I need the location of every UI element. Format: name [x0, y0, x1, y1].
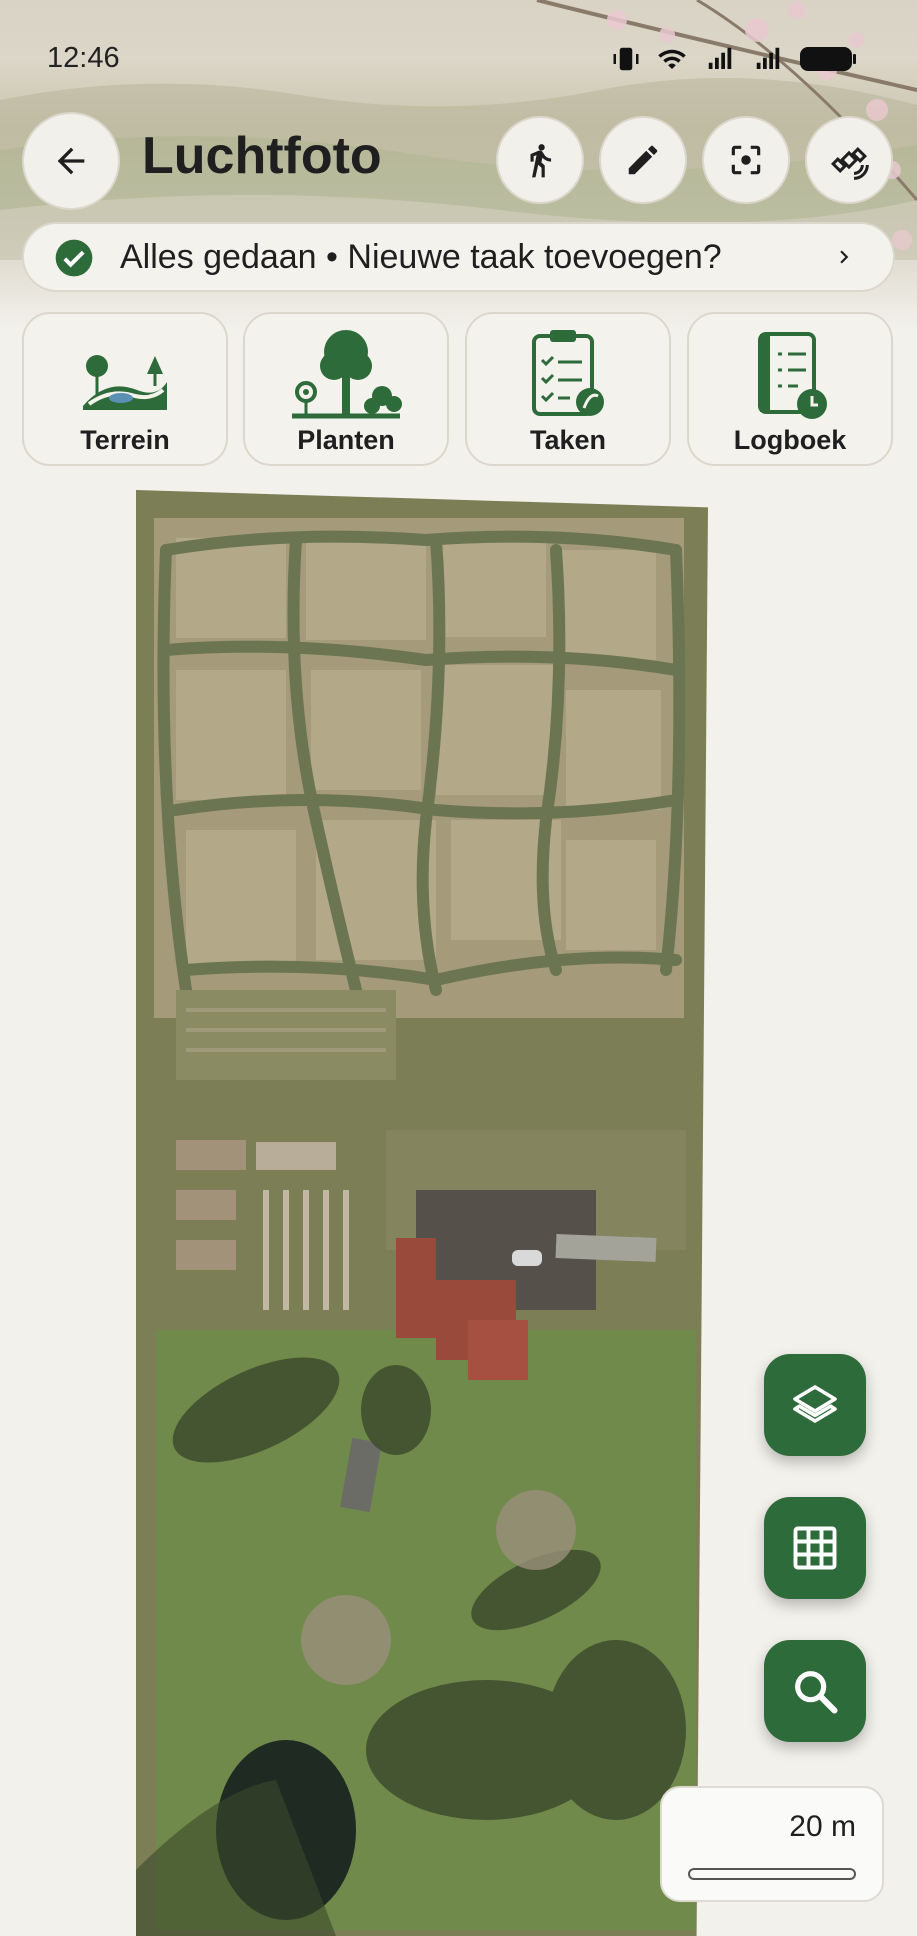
task-banner[interactable]: Alles gedaan • Nieuwe taak toevoegen? [22, 222, 895, 292]
status-icons [611, 44, 857, 74]
signal-icon [708, 47, 732, 69]
back-button[interactable] [22, 112, 120, 210]
check-circle-icon [55, 239, 93, 277]
scale-label: 20 m [789, 1810, 856, 1843]
banner-text: Alles gedaan • Nieuwe taak toevoegen? [120, 238, 722, 276]
card-label: Logboek [733, 425, 847, 455]
map-scale: 20 m [660, 1786, 884, 1902]
layers-icon [793, 1385, 837, 1423]
search-icon [795, 1671, 838, 1714]
status-time: 12:46 [47, 42, 120, 74]
walk-icon [530, 144, 552, 178]
vibrate-icon [613, 47, 639, 71]
tasks-icon [532, 330, 604, 416]
layers-button[interactable] [764, 1354, 866, 1456]
edit-button[interactable] [599, 116, 687, 204]
card-label: Planten [297, 425, 395, 455]
battery-icon [800, 47, 856, 71]
plants-icon [292, 330, 402, 419]
signal-icon [756, 47, 780, 69]
card-label: Taken [529, 425, 607, 455]
logbook-icon [758, 332, 827, 419]
status-bar: 12:46 [0, 0, 917, 120]
card-terrein[interactable]: Terrein [22, 312, 228, 466]
aerial-photo-map[interactable] [136, 490, 708, 1936]
card-planten[interactable]: Planten [243, 312, 449, 466]
pencil-icon [628, 145, 658, 175]
card-logboek[interactable]: Logboek [687, 312, 893, 466]
search-button[interactable] [764, 1640, 866, 1742]
page-title: Luchtfoto [142, 127, 382, 185]
chevron-right-icon [840, 250, 849, 264]
scale-bar [688, 1868, 856, 1880]
focus-button[interactable] [702, 116, 790, 204]
terrain-icon [83, 355, 167, 410]
card-taken[interactable]: Taken [465, 312, 671, 466]
satellite-button[interactable] [805, 116, 893, 204]
wifi-icon [658, 49, 686, 69]
card-label: Terrein [80, 425, 170, 455]
grid-button[interactable] [764, 1497, 866, 1599]
satellite-icon [830, 146, 869, 180]
grid-icon [793, 1526, 837, 1570]
arrow-left-icon [57, 147, 85, 175]
walk-mode-button[interactable] [496, 116, 584, 204]
center-focus-icon [731, 145, 761, 175]
